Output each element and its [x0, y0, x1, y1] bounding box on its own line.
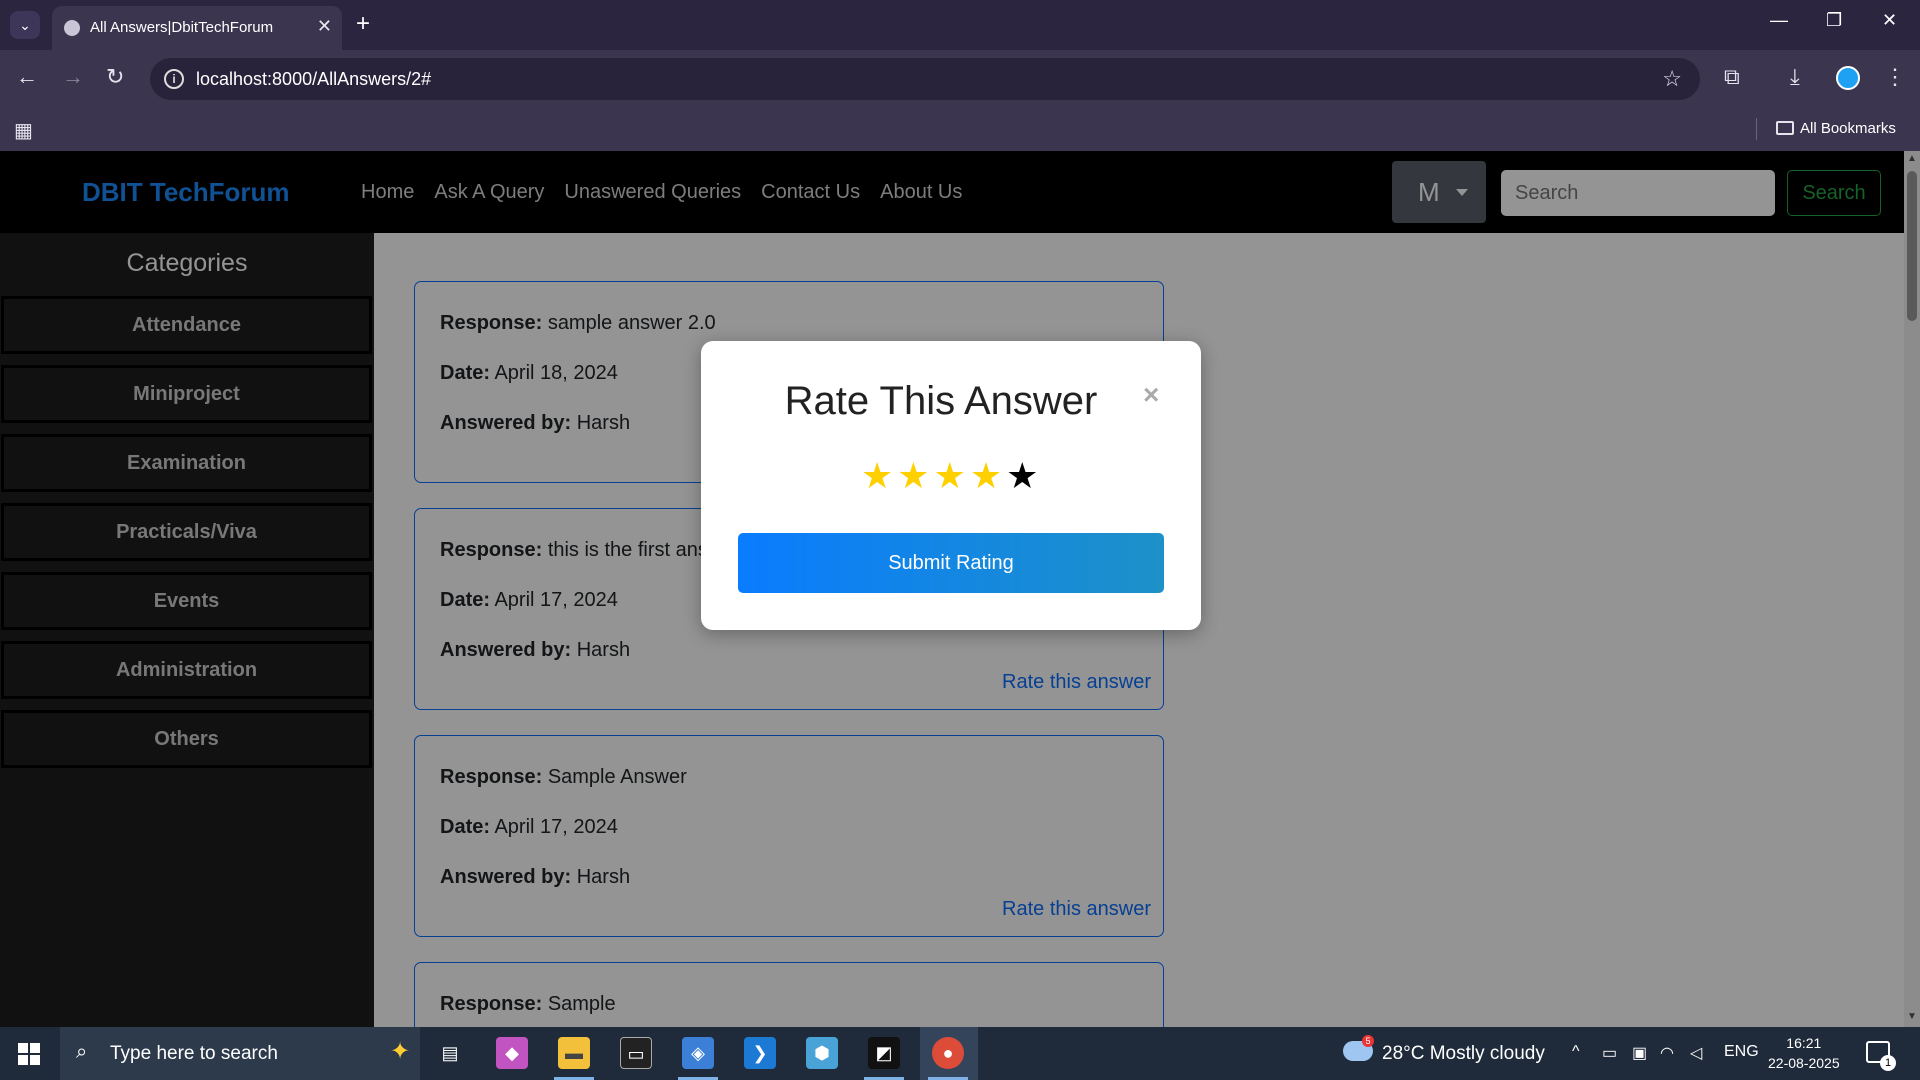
folder-icon	[1776, 121, 1794, 135]
chrome-icon[interactable]: ●	[932, 1037, 964, 1069]
reload-icon[interactable]: ↻	[106, 64, 124, 90]
git-app-icon[interactable]: ◈	[682, 1037, 714, 1069]
star-rating[interactable]: ★★★★★	[861, 455, 1042, 497]
new-tab-icon[interactable]: +	[356, 10, 370, 38]
volume-icon[interactable]: ◁	[1690, 1043, 1702, 1063]
browser-toolbar: ← → ↻ i localhost:8000/AllAnswers/2# ☆ ⧉…	[0, 50, 1920, 108]
rating-modal: Rate This Answer × ★★★★★ Submit Rating	[701, 341, 1201, 630]
copilot-app-icon[interactable]: ◆	[496, 1037, 528, 1069]
address-bar[interactable]: i localhost:8000/AllAnswers/2# ☆	[150, 58, 1700, 100]
language-indicator[interactable]: ENG	[1724, 1043, 1759, 1061]
globe-icon	[64, 20, 80, 36]
meet-now-icon[interactable]: ▣	[1632, 1043, 1647, 1063]
system-clock[interactable]: 16:21 22-08-2025	[1768, 1033, 1840, 1073]
terminal-icon[interactable]: ▭	[620, 1037, 652, 1069]
file-explorer-icon[interactable]: ▬	[558, 1037, 590, 1069]
download-icon[interactable]: ⤓	[1790, 64, 1800, 90]
virtualbox-icon[interactable]: ⬢	[806, 1037, 838, 1069]
battery-icon[interactable]: ▭	[1602, 1043, 1617, 1063]
weather-text[interactable]: 28°C Mostly cloudy	[1382, 1043, 1545, 1065]
close-icon[interactable]: ×	[1143, 379, 1159, 411]
more-menu-icon[interactable]: ⋮	[1884, 64, 1906, 90]
star-1-icon[interactable]: ★	[861, 455, 897, 496]
forward-icon[interactable]: →	[62, 64, 84, 90]
restore-icon[interactable]: ❐	[1826, 10, 1842, 31]
taskbar-search-placeholder: Type here to search	[110, 1043, 278, 1064]
bookmark-star-icon[interactable]: ☆	[1662, 66, 1682, 92]
apps-grid-icon[interactable]: ▦	[14, 118, 33, 143]
search-icon: ⌕	[76, 1041, 88, 1063]
bookmark-separator	[1756, 118, 1757, 140]
browser-tab[interactable]: All Answers|DbitTechForum ✕	[52, 6, 342, 50]
submit-rating-button[interactable]: Submit Rating	[738, 533, 1164, 593]
tab-search-chevron-icon[interactable]: ⌄	[10, 11, 40, 39]
wifi-icon[interactable]: ◠	[1660, 1043, 1674, 1063]
extensions-icon[interactable]: ⧉	[1724, 64, 1740, 90]
clock-date: 22-08-2025	[1768, 1055, 1840, 1071]
notification-count: 1	[1880, 1055, 1896, 1071]
task-view-icon[interactable]: ▤	[434, 1037, 466, 1069]
all-bookmarks-label: All Bookmarks	[1800, 120, 1896, 137]
star-2-icon[interactable]: ★	[897, 455, 933, 496]
star-3-icon[interactable]: ★	[934, 455, 970, 496]
all-bookmarks[interactable]: All Bookmarks	[1776, 120, 1896, 137]
windows-start-icon[interactable]	[18, 1043, 40, 1065]
weather-badge: 5	[1362, 1035, 1374, 1047]
modal-title: Rate This Answer	[784, 379, 1098, 423]
star-4-icon[interactable]: ★	[970, 455, 1006, 496]
close-window-icon[interactable]: ✕	[1882, 10, 1897, 31]
taskbar-search-box[interactable]: ⌕ Type here to search ✦	[60, 1027, 420, 1080]
url-text[interactable]: localhost:8000/AllAnswers/2#	[196, 69, 431, 90]
os-taskbar: ⌕ Type here to search ✦ ▤ ◆ ▬ ▭ ◈ ❯ ⬢ ◩ …	[0, 1027, 1920, 1080]
tab-title: All Answers|DbitTechForum	[90, 19, 274, 36]
browser-tab-bar: ⌄ All Answers|DbitTechForum ✕ + — ❐ ✕	[0, 0, 1920, 50]
bookmarks-bar: ▦ All Bookmarks	[0, 108, 1920, 151]
vscode-icon[interactable]: ❯	[744, 1037, 776, 1069]
minimize-icon[interactable]: —	[1770, 10, 1788, 31]
unity-icon[interactable]: ◩	[868, 1037, 900, 1069]
back-icon[interactable]: ←	[16, 64, 38, 90]
chevron-up-icon[interactable]: ^	[1572, 1043, 1580, 1061]
copilot-sparkle-icon[interactable]: ✦	[390, 1037, 410, 1066]
clock-time: 16:21	[1786, 1035, 1822, 1051]
star-5-icon[interactable]: ★	[1006, 455, 1042, 496]
close-tab-icon[interactable]: ✕	[317, 16, 332, 37]
profile-avatar-icon[interactable]	[1836, 66, 1860, 90]
site-info-icon[interactable]: i	[164, 69, 184, 89]
